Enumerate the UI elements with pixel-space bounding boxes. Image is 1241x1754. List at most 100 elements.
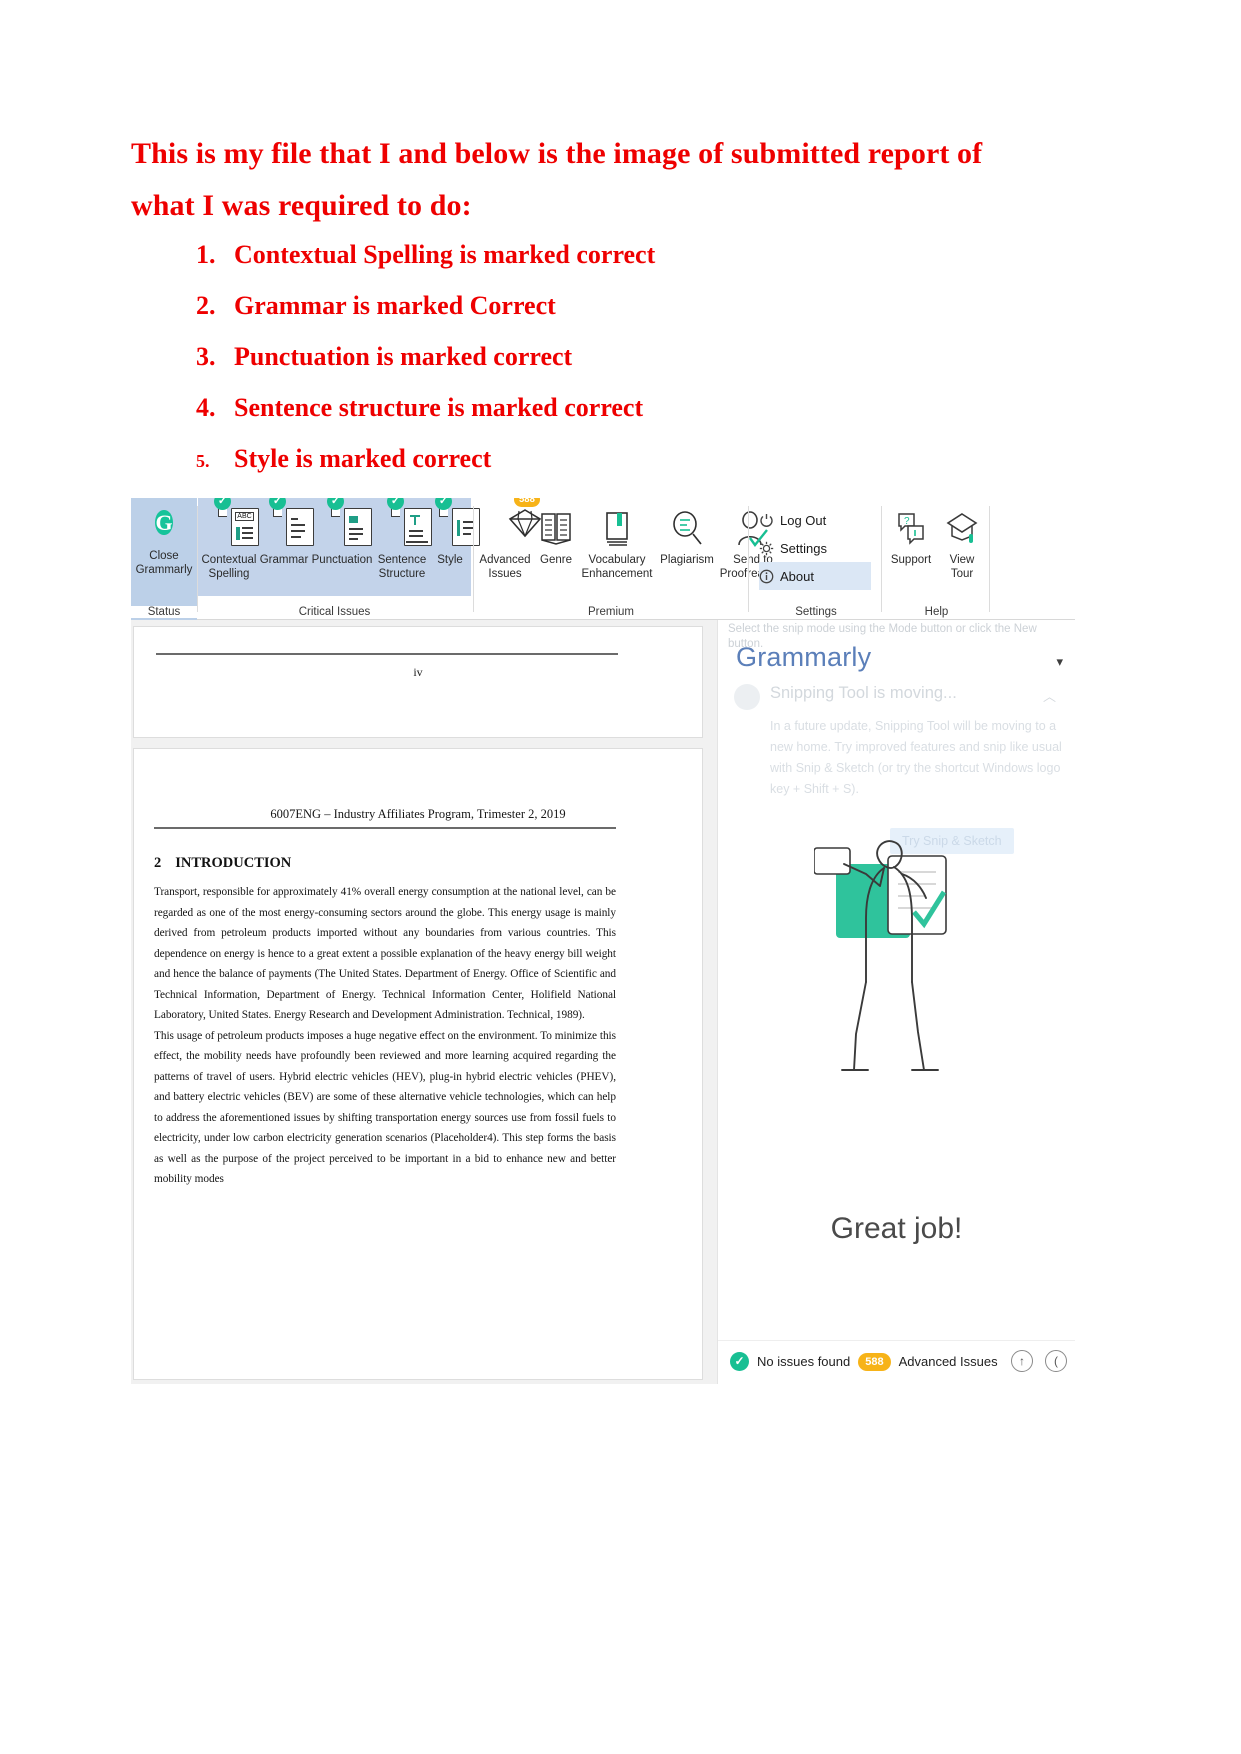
- ribbon-group-label-settings: Settings: [795, 606, 837, 618]
- grammarly-ribbon: G Close Grammarly Status ABC ✓ Contextua…: [131, 498, 1075, 620]
- grammar-document-icon: ✓: [258, 498, 314, 552]
- view-tour-label-1: View: [949, 554, 975, 566]
- list-item-number: 5.: [196, 451, 210, 471]
- no-issues-check-icon: ✓: [730, 1352, 749, 1371]
- panel-footer: ✓ No issues found 588 Advanced Issues ↑ …: [718, 1340, 1075, 1384]
- support-chat-icon: ?: [884, 508, 938, 552]
- vocabulary-enhancement-button[interactable]: Vocabulary Enhancement: [578, 504, 656, 581]
- great-job-text: Great job!: [830, 1212, 963, 1245]
- document-running-header: 6007ENG – Industry Affiliates Program, T…: [270, 807, 566, 821]
- header-rule: [154, 827, 616, 829]
- advanced-issues-label-2: Issues: [488, 567, 522, 580]
- about-menu-item[interactable]: About: [759, 562, 871, 590]
- contextual-spelling-label-2: Spelling: [208, 567, 250, 580]
- ribbon-group-status: G Close Grammarly Status: [131, 498, 197, 620]
- ribbon-group-premium: 588 Advanced Issues Genre Vocabulary Enh…: [476, 498, 786, 620]
- list-item: 2. Grammar is marked Correct: [196, 291, 996, 342]
- close-grammarly-button[interactable]: G Close Grammarly: [131, 504, 197, 577]
- section-title: INTRODUCTION: [175, 855, 292, 871]
- great-job-illustration: [813, 834, 1064, 1104]
- support-label-1: Support: [890, 554, 932, 566]
- list-item-label: Style is marked correct: [234, 444, 492, 473]
- notice-title: Snipping Tool is moving...: [770, 684, 957, 702]
- advanced-issues-footer-label[interactable]: Advanced Issues: [899, 1354, 998, 1369]
- list-item-number: 4.: [196, 393, 216, 422]
- no-issues-found-label: No issues found: [757, 1354, 851, 1369]
- vocabulary-label-2: Enhancement: [581, 567, 653, 580]
- document-page-current: 6007ENG – Industry Affiliates Program, T…: [133, 748, 703, 1380]
- word-document-page: This is my file that I and below is the …: [0, 0, 1241, 1754]
- ribbon-group-help: ? Support View Tour Help: [884, 498, 989, 620]
- footer-rule: [156, 653, 618, 655]
- punctuation-label-1: Punctuation: [311, 554, 373, 566]
- contextual-spelling-label-1: Contextual: [201, 554, 257, 566]
- sentence-structure-document-icon: ✓: [374, 498, 432, 552]
- about-label: About: [780, 568, 814, 584]
- contextual-spelling-button[interactable]: ABC ✓ Contextual Spelling: [200, 498, 259, 581]
- list-item-number: 1.: [196, 240, 216, 269]
- sentence-structure-button[interactable]: ✓ Sentence Structure: [374, 498, 432, 581]
- sentence-structure-label-2: Structure: [378, 567, 426, 580]
- punctuation-button[interactable]: ✓ Punctuation: [310, 498, 374, 568]
- chevron-down-icon[interactable]: ▾: [1056, 654, 1063, 670]
- more-circle-icon[interactable]: (: [1045, 1350, 1067, 1372]
- open-book-icon: [534, 508, 578, 552]
- list-item-label: Grammar is marked Correct: [234, 291, 556, 320]
- list-item-number: 3.: [196, 342, 216, 371]
- ribbon-group-critical-issues: ABC ✓ Contextual Spelling ✓ Grammar ✓ Pu…: [198, 498, 480, 620]
- list-item-label: Punctuation is marked correct: [234, 342, 573, 371]
- section-number: 2: [154, 855, 162, 871]
- ribbon-group-label-status: Status: [131, 606, 197, 618]
- list-item: 1. Contextual Spelling is marked correct: [196, 240, 996, 291]
- intro-line-2: what I was required to do:: [131, 189, 472, 222]
- sentence-structure-label-1: Sentence: [377, 554, 427, 566]
- diamond-icon: 588: [476, 498, 542, 552]
- list-item-number: 2.: [196, 291, 216, 320]
- paragraph: Transport, responsible for approximately…: [154, 886, 616, 1021]
- ribbon-divider: [989, 506, 990, 612]
- view-tour-label-2: Tour: [950, 567, 974, 580]
- genre-button[interactable]: Genre: [534, 504, 578, 568]
- snipping-tool-icon: [734, 684, 760, 710]
- plagiarism-button[interactable]: Plagiarism: [656, 504, 718, 568]
- genre-label-1: Genre: [540, 554, 572, 566]
- arrow-up-circle-icon[interactable]: ↑: [1011, 1350, 1033, 1372]
- view-tour-button[interactable]: View Tour: [938, 504, 986, 581]
- list-item-label: Sentence structure is marked correct: [234, 393, 644, 422]
- grammarly-logo-icon: G: [155, 510, 173, 535]
- ribbon-group-label-critical-issues: Critical Issues: [298, 606, 371, 618]
- log-out-label: Log Out: [780, 512, 827, 528]
- collapse-icon[interactable]: ︿: [1043, 686, 1056, 705]
- close-grammarly-label-2: Grammarly: [135, 563, 193, 576]
- advanced-issues-badge: 588: [858, 1352, 891, 1371]
- settings-menu-item[interactable]: Settings: [759, 534, 871, 562]
- log-out-menu-item[interactable]: Log Out: [759, 506, 871, 534]
- requirements-list: 1. Contextual Spelling is marked correct…: [196, 240, 996, 495]
- grammar-button[interactable]: ✓ Grammar: [258, 498, 314, 568]
- spelling-abc-document-icon: ABC ✓: [200, 498, 259, 552]
- style-button[interactable]: ✓ Style: [430, 498, 480, 568]
- advanced-issues-button[interactable]: 588 Advanced Issues: [476, 498, 542, 581]
- panel-title: Grammarly: [736, 642, 872, 672]
- settings-label: Settings: [780, 540, 827, 556]
- document-body-text: Transport, responsible for approximately…: [154, 882, 616, 1190]
- graduation-cap-icon: [938, 508, 986, 552]
- list-item: 3. Punctuation is marked correct: [196, 342, 996, 393]
- style-document-icon: ✓: [430, 498, 480, 552]
- ribbon-group-label-premium: Premium: [587, 606, 634, 618]
- notice-body: In a future update, Snipping Tool will b…: [770, 719, 1062, 796]
- closed-book-icon: [578, 508, 656, 552]
- embedded-screenshot: Snipping Tool Delete ✕ Options G Close G…: [131, 498, 1075, 1384]
- ribbon-divider: [881, 506, 882, 612]
- grammarly-assistant-panel: Select the snip mode using the Mode butt…: [717, 620, 1075, 1384]
- ribbon-divider: [473, 506, 474, 612]
- list-item-label: Contextual Spelling is marked correct: [234, 240, 656, 269]
- section-heading: 2 INTRODUCTION: [154, 855, 291, 872]
- page-folio: iv: [413, 665, 423, 679]
- list-item: 5. Style is marked correct: [196, 444, 996, 495]
- vocabulary-label-1: Vocabulary: [588, 554, 646, 566]
- document-page-previous: iv: [133, 626, 703, 738]
- support-button[interactable]: ? Support: [884, 504, 938, 568]
- punctuation-document-icon: ✓: [310, 498, 374, 552]
- ribbon-divider: [748, 506, 749, 612]
